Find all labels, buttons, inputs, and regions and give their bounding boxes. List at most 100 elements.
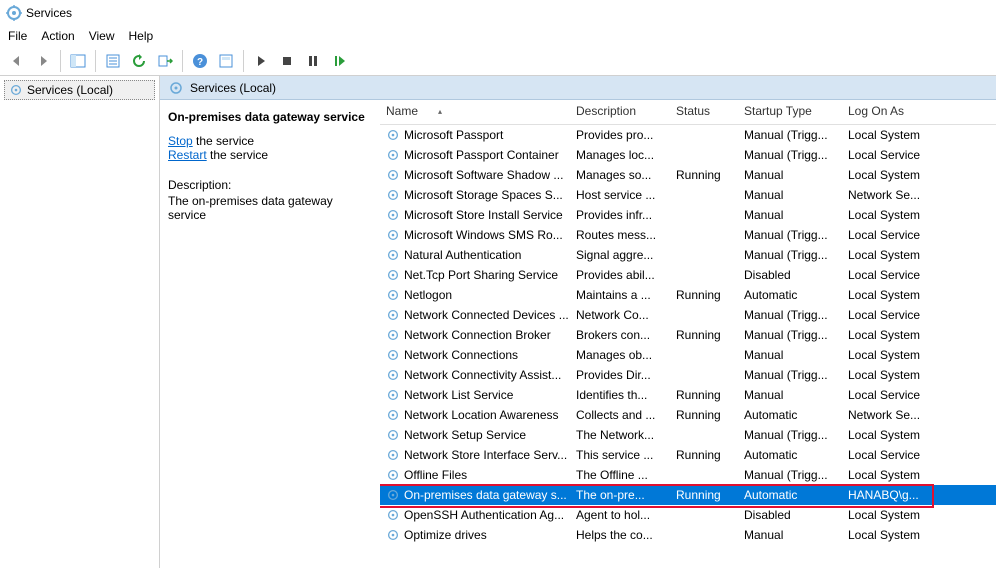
service-description: Identifies th...	[570, 387, 670, 403]
forward-button[interactable]	[32, 50, 54, 72]
service-row[interactable]: On-premises data gateway s...The on-pre.…	[380, 485, 996, 505]
pause-button[interactable]	[302, 50, 324, 72]
service-name: Microsoft Windows SMS Ro...	[404, 228, 563, 242]
service-name: Network List Service	[404, 388, 513, 402]
service-name: Network Store Interface Serv...	[404, 448, 567, 462]
refresh-button[interactable]	[128, 50, 150, 72]
help-button[interactable]: ?	[189, 50, 211, 72]
services-app-icon	[6, 5, 22, 21]
gear-icon	[386, 428, 400, 442]
gear-icon	[386, 508, 400, 522]
gear-icon	[386, 528, 400, 542]
service-logon: HANABQ\g...	[842, 487, 938, 503]
service-row[interactable]: Network Connected Devices ...Network Co.…	[380, 305, 996, 325]
service-status	[670, 194, 738, 196]
export-button[interactable]	[154, 50, 176, 72]
service-logon: Network Se...	[842, 407, 938, 423]
gear-icon	[386, 188, 400, 202]
service-startup-type: Manual (Trigg...	[738, 147, 842, 163]
service-row[interactable]: Network Setup ServiceThe Network...Manua…	[380, 425, 996, 445]
show-hide-tree-button[interactable]	[67, 50, 89, 72]
menu-view[interactable]: View	[89, 29, 115, 43]
stop-button[interactable]	[276, 50, 298, 72]
restart-button[interactable]	[328, 50, 350, 72]
column-name[interactable]: Name▴	[380, 100, 570, 124]
service-name: OpenSSH Authentication Ag...	[404, 508, 564, 522]
service-row[interactable]: Network Connectivity Assist...Provides D…	[380, 365, 996, 385]
service-status	[670, 214, 738, 216]
service-row[interactable]: Network ConnectionsManages ob...ManualLo…	[380, 345, 996, 365]
main-area: Services (Local) Services (Local) On-pre…	[0, 76, 996, 568]
service-name: Network Location Awareness	[404, 408, 559, 422]
service-row[interactable]: NetlogonMaintains a ...RunningAutomaticL…	[380, 285, 996, 305]
column-startup-type[interactable]: Startup Type	[738, 100, 842, 124]
service-status: Running	[670, 487, 738, 503]
service-startup-type: Manual (Trigg...	[738, 227, 842, 243]
menu-file[interactable]: File	[8, 29, 27, 43]
service-row[interactable]: Network Store Interface Serv...This serv…	[380, 445, 996, 465]
service-row[interactable]: Network Location AwarenessCollects and .…	[380, 405, 996, 425]
back-button[interactable]	[6, 50, 28, 72]
service-logon: Network Se...	[842, 187, 938, 203]
service-startup-type: Manual	[738, 387, 842, 403]
service-row[interactable]: Net.Tcp Port Sharing ServiceProvides abi…	[380, 265, 996, 285]
gear-icon	[9, 83, 23, 97]
restart-service-link[interactable]: Restart	[168, 148, 207, 162]
service-description: Manages ob...	[570, 347, 670, 363]
service-row[interactable]: Microsoft Passport ContainerManages loc.…	[380, 145, 996, 165]
menu-help[interactable]: Help	[129, 29, 154, 43]
list-header: Name▴ Description Status Startup Type Lo…	[380, 100, 996, 125]
service-row[interactable]: Optimize drivesHelps the co...ManualLoca…	[380, 525, 996, 545]
service-row[interactable]: Microsoft Store Install ServiceProvides …	[380, 205, 996, 225]
start-button[interactable]	[250, 50, 272, 72]
properties-button[interactable]	[102, 50, 124, 72]
services-list: Name▴ Description Status Startup Type Lo…	[380, 100, 996, 568]
gear-icon	[386, 208, 400, 222]
service-status	[670, 314, 738, 316]
service-status	[670, 154, 738, 156]
svg-text:?: ?	[197, 57, 203, 68]
service-logon: Local Service	[842, 447, 938, 463]
service-description: Provides pro...	[570, 127, 670, 143]
content-pane: Services (Local) On-premises data gatewa…	[160, 76, 996, 568]
service-description: Provides abil...	[570, 267, 670, 283]
service-description: Signal aggre...	[570, 247, 670, 263]
service-name: Natural Authentication	[404, 248, 521, 262]
service-row[interactable]: Offline FilesThe Offline ...Manual (Trig…	[380, 465, 996, 485]
service-name: Microsoft Passport Container	[404, 148, 559, 162]
gear-icon	[386, 388, 400, 402]
gear-icon	[386, 368, 400, 382]
service-description: Host service ...	[570, 187, 670, 203]
service-row[interactable]: Network Connection BrokerBrokers con...R…	[380, 325, 996, 345]
service-name: Network Connection Broker	[404, 328, 551, 342]
tree-item-services-local[interactable]: Services (Local)	[4, 80, 155, 100]
service-row[interactable]: Microsoft PassportProvides pro...Manual …	[380, 125, 996, 145]
service-row[interactable]: Microsoft Software Shadow ...Manages so.…	[380, 165, 996, 185]
column-description[interactable]: Description	[570, 100, 670, 124]
column-log-on-as[interactable]: Log On As	[842, 100, 938, 124]
service-logon: Local Service	[842, 147, 938, 163]
service-description: Helps the co...	[570, 527, 670, 543]
service-status	[670, 234, 738, 236]
service-status: Running	[670, 387, 738, 403]
service-name: Network Connected Devices ...	[404, 308, 569, 322]
column-status[interactable]: Status	[670, 100, 738, 124]
service-row[interactable]: Microsoft Windows SMS Ro...Routes mess..…	[380, 225, 996, 245]
service-startup-type: Manual (Trigg...	[738, 307, 842, 323]
service-startup-type: Manual (Trigg...	[738, 327, 842, 343]
service-name: Microsoft Storage Spaces S...	[404, 188, 563, 202]
service-row[interactable]: Microsoft Storage Spaces S... Host servic…	[380, 185, 996, 205]
action-button[interactable]	[215, 50, 237, 72]
service-name: Optimize drives	[404, 528, 487, 542]
menu-action[interactable]: Action	[41, 29, 74, 43]
service-status	[670, 254, 738, 256]
service-row[interactable]: OpenSSH Authentication Ag...Agent to hol…	[380, 505, 996, 525]
service-row[interactable]: Network List Service Identifies th...Runn…	[380, 385, 996, 405]
service-name: Netlogon	[404, 288, 452, 302]
service-name: Offline Files	[404, 468, 467, 482]
service-row[interactable]: Natural AuthenticationSignal aggre...Man…	[380, 245, 996, 265]
stop-service-link[interactable]: Stop	[168, 134, 193, 148]
service-logon: Local System	[842, 367, 938, 383]
service-status	[670, 474, 738, 476]
service-status	[670, 374, 738, 376]
